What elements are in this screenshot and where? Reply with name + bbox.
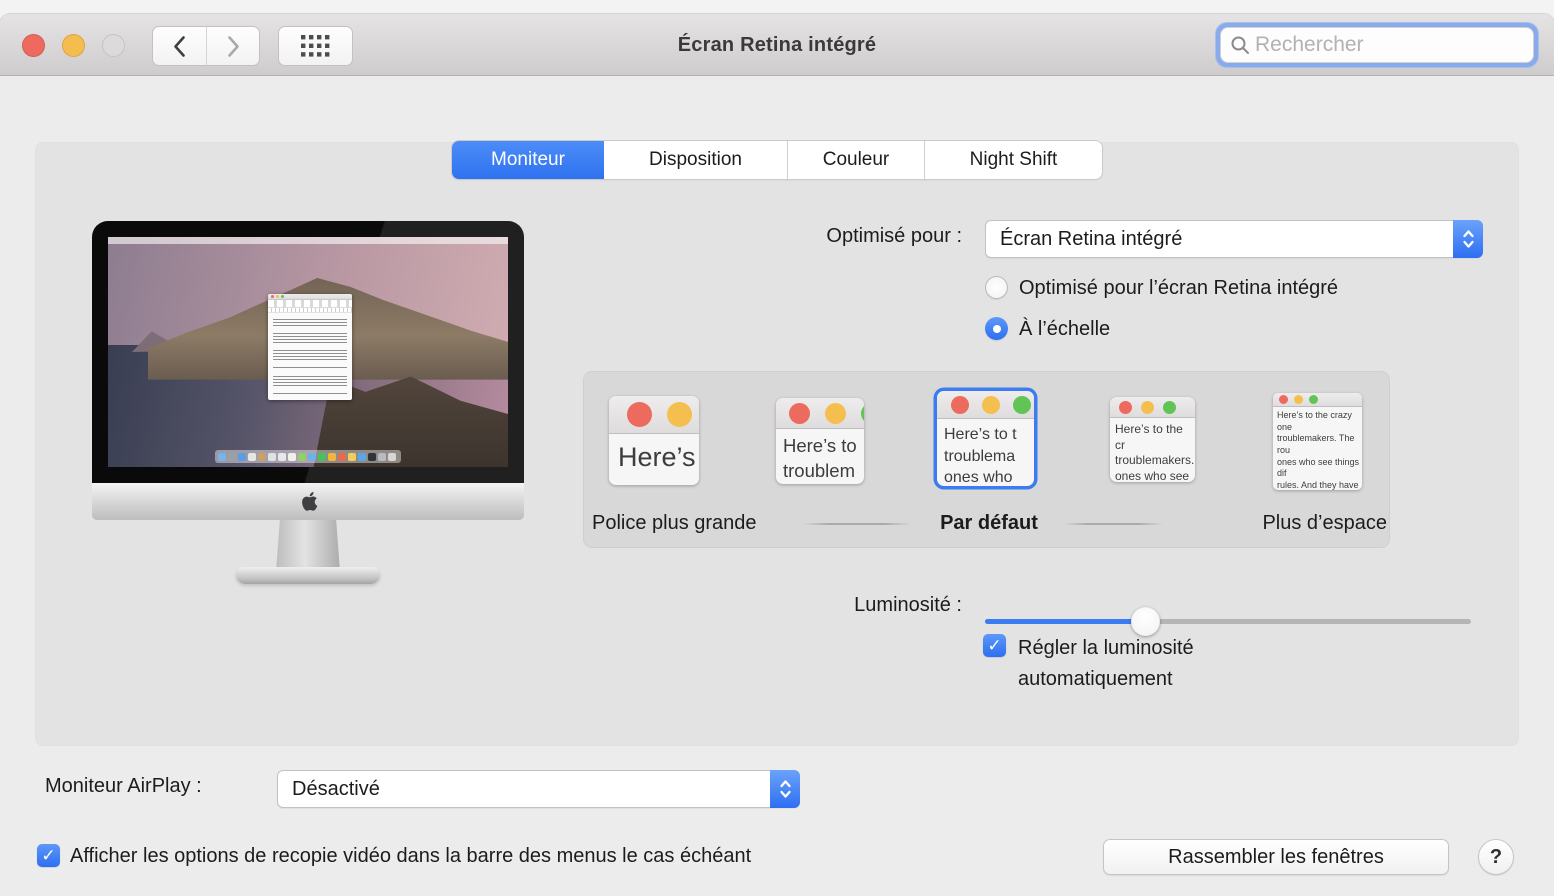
gather-windows-button[interactable]: Rassembler les fenêtres: [1103, 839, 1449, 875]
thumb-titlebar: [609, 396, 699, 434]
mini-dock: [215, 450, 401, 463]
radio-optimized-default[interactable]: [985, 276, 1008, 299]
scale-thumbnail-par-defaut[interactable]: Here’s to t troublema ones who: [937, 391, 1034, 486]
auto-brightness-checkbox[interactable]: ✓: [983, 634, 1006, 657]
optimized-for-value: Écran Retina intégré: [1000, 227, 1183, 250]
apple-logo-icon: [301, 492, 317, 511]
checkmark-icon: ✓: [41, 845, 56, 865]
tab-bar: Moniteur Disposition Couleur Night Shift: [452, 141, 1102, 179]
thumb-titlebar: [1273, 393, 1362, 407]
radio-scaled-label: À l’échelle: [1019, 318, 1111, 340]
radio-scaled[interactable]: [985, 317, 1008, 340]
optimized-for-select[interactable]: Écran Retina intégré: [985, 220, 1483, 258]
help-button[interactable]: ?: [1478, 839, 1514, 875]
mirroring-checkbox[interactable]: ✓: [37, 844, 60, 867]
airplay-select[interactable]: Désactivé: [277, 770, 800, 808]
system-preferences-window: Écran Retina intégré Moniteur Dispositio…: [0, 14, 1554, 896]
brightness-label: Luminosité :: [854, 594, 962, 616]
stepper-icon: [1453, 220, 1483, 258]
mini-text: [273, 331, 347, 344]
airplay-value: Désactivé: [292, 777, 380, 800]
airplay-label: Moniteur AirPlay :: [45, 775, 202, 797]
checkmark-icon: ✓: [987, 635, 1002, 655]
tab-moniteur[interactable]: Moniteur: [452, 141, 604, 179]
optimized-for-label: Optimisé pour :: [826, 225, 962, 247]
search-input[interactable]: [1255, 33, 1515, 57]
mini-text: [273, 317, 347, 327]
tab-night-shift[interactable]: Night Shift: [925, 141, 1102, 179]
imac-chin: [92, 483, 524, 520]
search-field[interactable]: [1220, 27, 1534, 63]
auto-brightness-label: Régler la luminosité automatiquement: [1018, 637, 1194, 690]
scale-label-right: Plus d’espace: [1262, 512, 1387, 534]
mini-text: [273, 374, 347, 387]
mini-ruler: [268, 308, 352, 313]
scale-thumbnail-2[interactable]: Here’s to troublem: [776, 398, 864, 484]
mini-menubar: [108, 237, 508, 244]
scale-thumbnail-police-plus-grande[interactable]: Here’s: [609, 396, 699, 485]
scale-picker: Here’s Here’s to troublem Here’s to t tr…: [583, 371, 1390, 548]
scale-label-left: Police plus grande: [592, 512, 757, 534]
brightness-slider[interactable]: [985, 607, 1471, 636]
brightness-slider-fill: [985, 619, 1146, 624]
thumb-titlebar: [776, 398, 864, 429]
stepper-icon: [770, 770, 800, 808]
radio-optimized-default-label: Optimisé pour l’écran Retina intégré: [1019, 277, 1339, 299]
mini-text: [273, 365, 347, 370]
separator-line: [802, 523, 912, 525]
imac-screen-wallpaper: [108, 237, 508, 467]
tab-couleur[interactable]: Couleur: [788, 141, 925, 179]
search-icon: [1231, 36, 1249, 54]
thumb-titlebar: [1110, 397, 1195, 418]
mini-text: [273, 391, 347, 396]
scale-thumbnail-plus-despace[interactable]: Here’s to the crazy one troublemakers. T…: [1273, 393, 1362, 490]
brightness-slider-knob[interactable]: [1130, 607, 1160, 636]
titlebar: Écran Retina intégré: [0, 14, 1554, 76]
separator-line: [1063, 523, 1163, 525]
scale-label-center: Par défaut: [940, 512, 1038, 534]
thumb-titlebar: [937, 391, 1034, 419]
mini-text: [273, 348, 347, 361]
mini-textedit-window: [268, 294, 352, 400]
tab-disposition[interactable]: Disposition: [604, 141, 788, 179]
scale-thumbnail-4[interactable]: Here’s to the cr troublemakers. ones who…: [1110, 397, 1195, 482]
mirroring-label: Afficher les options de recopie vidéo da…: [70, 845, 752, 867]
mini-toolbar: [268, 300, 352, 308]
search-field-focus-ring: [1216, 23, 1538, 67]
imac-stand-base: [236, 567, 380, 584]
imac-stand-neck: [276, 520, 340, 572]
